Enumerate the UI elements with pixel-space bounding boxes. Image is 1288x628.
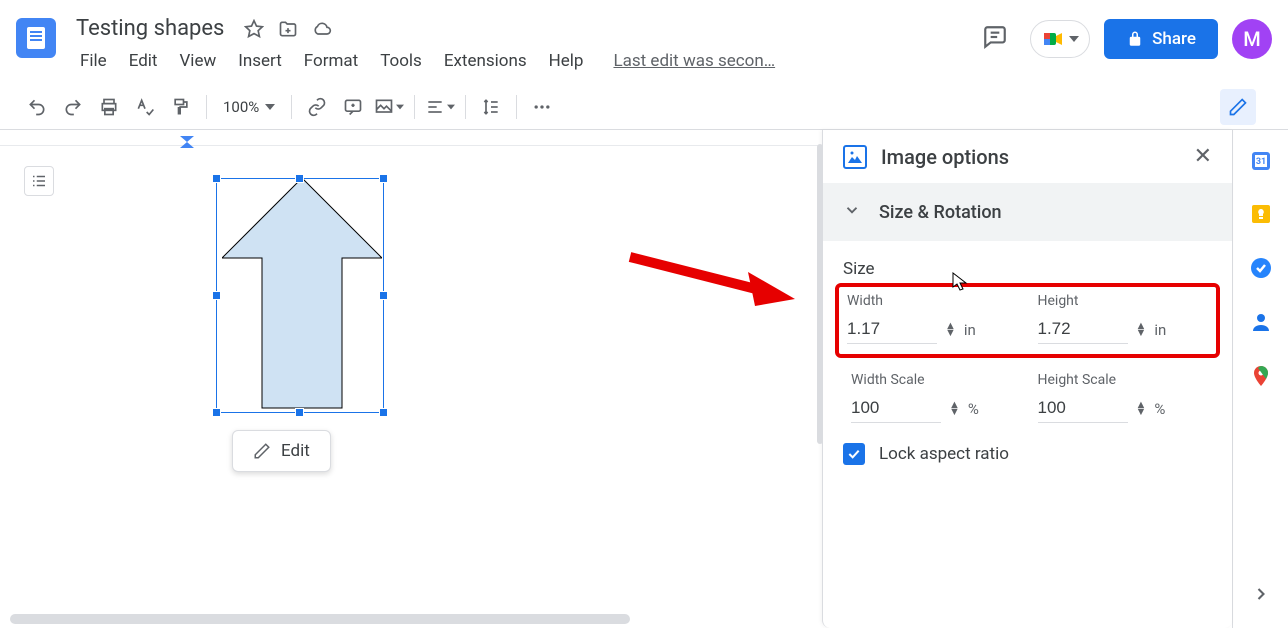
panel-title: Image options [881,145,1180,169]
menu-file[interactable]: File [70,47,117,75]
image-options-panel: Image options ✕ Size & Rotation Size Wid… [822,130,1232,628]
svg-text:31: 31 [1255,157,1265,167]
toolbar: 100% [0,84,1288,130]
account-avatar[interactable]: M [1232,19,1272,59]
resize-handle[interactable] [379,408,388,417]
contacts-icon[interactable] [1249,310,1273,334]
workspace: Edit Image options ✕ Size & Rotation Siz… [0,130,1288,628]
print-icon[interactable] [92,90,126,124]
meet-icon [1041,27,1065,51]
menu-edit[interactable]: Edit [119,47,168,75]
ruler[interactable] [0,130,818,146]
comments-icon[interactable] [974,16,1016,62]
section-size-rotation-header[interactable]: Size & Rotation [823,183,1232,241]
link-icon[interactable] [300,90,334,124]
side-apps-bar: 31 [1232,130,1288,628]
width-unit: in [964,321,976,339]
close-icon[interactable]: ✕ [1194,144,1212,169]
menu-insert[interactable]: Insert [228,47,292,75]
keep-icon[interactable] [1249,202,1273,226]
lock-aspect-checkbox[interactable] [843,443,865,465]
menu-tools[interactable]: Tools [370,47,432,75]
height-label: Height [1038,293,1209,309]
width-input[interactable] [847,315,937,344]
share-button[interactable]: Share [1104,19,1218,59]
width-scale-unit: % [968,400,979,418]
image-icon [843,145,867,169]
header-right: Share M [974,16,1272,62]
height-unit: in [1154,321,1166,339]
resize-handle[interactable] [212,174,221,183]
resize-handle[interactable] [295,408,304,417]
share-label: Share [1152,29,1196,49]
width-scale-label: Width Scale [851,372,1018,388]
edit-shape-button[interactable]: Edit [232,430,331,472]
lock-aspect-label: Lock aspect ratio [879,444,1009,464]
star-icon[interactable] [244,19,264,39]
docs-logo-icon[interactable] [16,18,56,58]
paint-format-icon[interactable] [164,90,198,124]
menu-view[interactable]: View [169,47,226,75]
header-main: Testing shapes File Edit View Insert For… [70,8,974,75]
cloud-status-icon[interactable] [312,19,332,39]
width-scale-input[interactable] [851,394,941,423]
spellcheck-icon[interactable] [128,90,162,124]
margin-marker-icon[interactable] [180,133,194,152]
image-insert-icon[interactable] [372,90,406,124]
pencil-icon [253,442,271,460]
width-label: Width [847,293,1018,309]
undo-icon[interactable] [20,90,54,124]
redo-icon[interactable] [56,90,90,124]
line-spacing-icon[interactable] [474,90,508,124]
height-scale-label: Height Scale [1038,372,1205,388]
tasks-icon[interactable] [1249,256,1273,280]
align-icon[interactable] [423,90,457,124]
resize-handle[interactable] [379,174,388,183]
size-heading: Size [843,259,1212,279]
menu-help[interactable]: Help [539,47,594,75]
height-scale-input[interactable] [1038,394,1128,423]
maps-icon[interactable] [1249,364,1273,388]
header-bar: Testing shapes File Edit View Insert For… [0,0,1288,84]
menu-extensions[interactable]: Extensions [434,47,537,75]
menu-format[interactable]: Format [294,47,368,75]
height-stepper[interactable]: ▲▼ [1136,323,1147,336]
meet-button[interactable] [1030,20,1090,58]
zoom-dropdown[interactable]: 100% [215,98,283,116]
resize-handle[interactable] [212,291,221,300]
calendar-icon[interactable]: 31 [1249,148,1273,172]
chevron-right-icon[interactable] [1251,584,1271,608]
editing-mode-icon[interactable] [1220,89,1256,125]
horizontal-scrollbar[interactable] [10,614,630,624]
comment-icon[interactable] [336,90,370,124]
vertical-scrollbar[interactable] [817,144,823,444]
chevron-down-icon [843,201,861,223]
width-scale-stepper[interactable]: ▲▼ [949,402,960,415]
resize-handle[interactable] [212,408,221,417]
canvas[interactable]: Edit [0,130,818,628]
width-stepper[interactable]: ▲▼ [945,323,956,336]
dropdown-caret-icon [1069,34,1079,44]
lock-icon [1126,30,1144,48]
height-scale-stepper[interactable]: ▲▼ [1136,402,1147,415]
highlight-annotation: Width ▲▼ in Height ▲▼ in [835,283,1220,358]
document-outline-icon[interactable] [24,166,54,196]
more-icon[interactable] [525,90,559,124]
height-scale-unit: % [1154,400,1165,418]
resize-handle[interactable] [295,174,304,183]
selection-box[interactable] [216,178,384,413]
document-title[interactable]: Testing shapes [70,14,230,43]
height-input[interactable] [1038,315,1128,344]
edit-label: Edit [281,441,310,461]
last-edit-link[interactable]: Last edit was secon… [613,51,775,71]
move-icon[interactable] [278,19,298,39]
annotation-arrow-icon [620,242,800,322]
resize-handle[interactable] [379,291,388,300]
section-title: Size & Rotation [879,202,1002,223]
